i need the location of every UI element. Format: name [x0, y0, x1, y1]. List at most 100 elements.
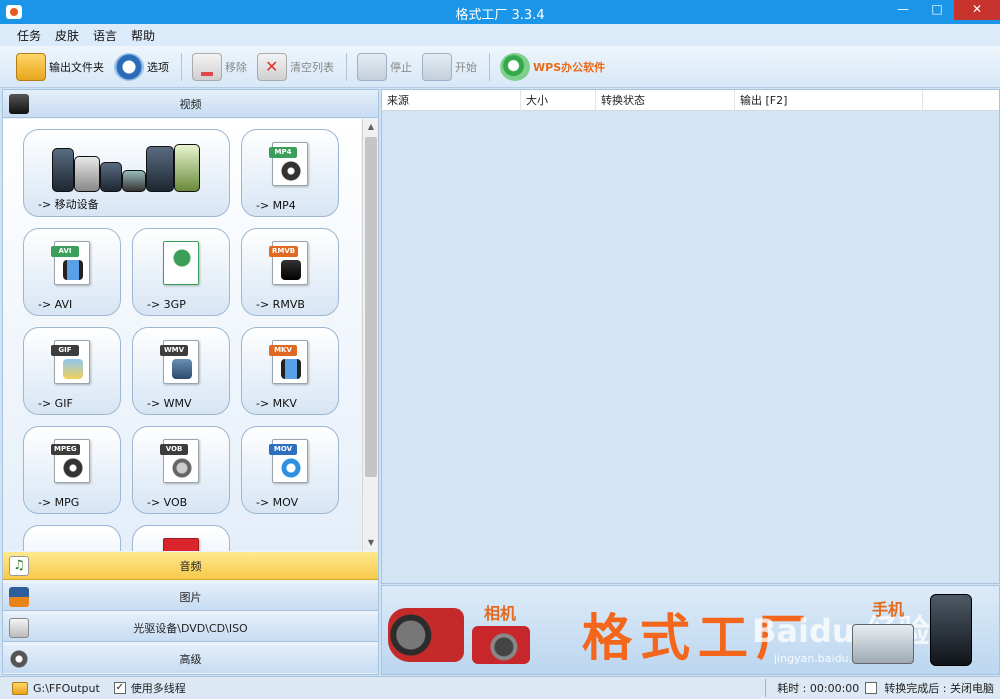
clear-list-icon: [257, 52, 287, 81]
format-gif[interactable]: GIF -> GIF: [23, 327, 121, 415]
scroll-thumb[interactable]: [365, 137, 377, 477]
scroll-up-arrow-icon[interactable]: ▲: [363, 119, 379, 135]
status-bar: G:\FFOutput ✓ 使用多线程 耗时 : 00:00:00 转换完成后 …: [0, 676, 1000, 699]
3gp-file-icon: [163, 241, 199, 285]
format-label: -> 3GP: [147, 298, 186, 311]
folder-icon: [16, 52, 46, 81]
task-list-header: 来源 大小 转换状态 输出 [F2]: [382, 90, 999, 111]
after-done-label: 转换完成后 : 关闭电脑: [884, 682, 994, 695]
format-rmvb[interactable]: RMVB -> RMVB: [241, 228, 339, 316]
menu-bar: 任务 皮肤 语言 帮助: [0, 24, 1000, 46]
start-label: 开始: [455, 60, 477, 74]
category-panel: 视频 -> 移动设备 MP4 -> MP4 AVI -> AVI -> 3GP …: [2, 89, 379, 675]
gif-file-icon: GIF: [51, 340, 90, 384]
window-title: 格式工厂 3.3.4: [455, 8, 545, 23]
mp4-file-icon: MP4: [269, 142, 308, 186]
category-audio-label: 音频: [179, 559, 202, 573]
format-tag: WMV: [160, 345, 188, 356]
category-video-label: 视频: [179, 97, 202, 111]
maximize-button[interactable]: □: [920, 0, 954, 20]
multithread-label: 使用多线程: [130, 682, 186, 695]
format-mobile-device[interactable]: -> 移动设备: [23, 129, 230, 217]
scroll-down-arrow-icon[interactable]: ▼: [363, 535, 379, 551]
format-tag: GIF: [51, 345, 79, 356]
wmv-file-icon: WMV: [160, 340, 199, 384]
format-scrollbar[interactable]: ▲ ▼: [362, 119, 378, 551]
title-bar: 格式工厂 3.3.4 — □ ✕: [0, 0, 1000, 24]
format-label: -> GIF: [38, 397, 73, 410]
menu-language[interactable]: 语言: [86, 27, 124, 44]
minimize-button[interactable]: —: [886, 0, 920, 20]
column-size[interactable]: 大小: [521, 90, 596, 111]
remove-label: 移除: [225, 60, 247, 74]
start-button[interactable]: 开始: [418, 50, 481, 84]
category-advanced[interactable]: 高级: [3, 645, 378, 673]
column-status[interactable]: 转换状态: [596, 90, 735, 111]
clear-list-button[interactable]: 清空列表: [253, 50, 338, 84]
format-mp4[interactable]: MP4 -> MP4: [241, 129, 339, 217]
start-icon: [422, 52, 452, 81]
phone-label: 手机: [872, 600, 905, 619]
format-label: -> VOB: [147, 496, 188, 509]
options-button[interactable]: 选项: [110, 50, 173, 84]
format-mpg[interactable]: MPEG -> MPG: [23, 426, 121, 514]
output-folder-button[interactable]: 输出文件夹: [12, 50, 108, 84]
format-grid: -> 移动设备 MP4 -> MP4 AVI -> AVI -> 3GP RMV…: [3, 119, 361, 551]
format-tag: MKV: [269, 345, 297, 356]
column-output[interactable]: 输出 [F2]: [735, 90, 923, 111]
format-tag: MOV: [269, 444, 297, 455]
close-button[interactable]: ✕: [954, 0, 1000, 20]
camcorder-icon: [388, 608, 464, 662]
avi-file-icon: AVI: [51, 241, 90, 285]
category-optical[interactable]: 光驱设备\DVD\CD\ISO: [3, 614, 378, 642]
format-label: -> MPG: [38, 496, 80, 509]
mkv-file-icon: MKV: [269, 340, 308, 384]
format-mov[interactable]: MOV -> MOV: [241, 426, 339, 514]
file-icon: [163, 538, 199, 551]
mov-file-icon: MOV: [269, 439, 308, 483]
menu-help[interactable]: 帮助: [124, 27, 162, 44]
format-label: -> RMVB: [256, 298, 305, 311]
status-right: 耗时 : 00:00:00 转换完成后 : 关闭电脑: [765, 677, 1000, 699]
format-avi[interactable]: AVI -> AVI: [23, 228, 121, 316]
format-tile-partial[interactable]: [23, 525, 121, 551]
after-done-checkbox[interactable]: [865, 682, 878, 694]
format-mkv[interactable]: MKV -> MKV: [241, 327, 339, 415]
format-label: -> MKV: [256, 397, 297, 410]
task-list[interactable]: 来源 大小 转换状态 输出 [F2]: [381, 89, 1000, 584]
multithread-checkbox[interactable]: ✓: [113, 682, 126, 694]
category-video[interactable]: 视频: [3, 90, 378, 118]
category-image[interactable]: 图片: [3, 583, 378, 611]
toolbar-divider: [181, 52, 182, 81]
format-tag: MP4: [269, 147, 297, 158]
menu-tasks[interactable]: 任务: [10, 27, 48, 44]
category-advanced-label: 高级: [179, 653, 202, 666]
category-audio[interactable]: ♫ 音频: [3, 552, 378, 580]
stop-button[interactable]: 停止: [353, 50, 416, 84]
output-folder-icon[interactable]: [12, 681, 28, 695]
wps-icon: [500, 52, 530, 81]
menu-skin[interactable]: 皮肤: [48, 27, 86, 44]
format-vob[interactable]: VOB -> VOB: [132, 426, 230, 514]
remove-button[interactable]: 移除: [188, 50, 251, 84]
mpeg-file-icon: MPEG: [51, 439, 90, 483]
format-wmv[interactable]: WMV -> WMV: [132, 327, 230, 415]
output-path[interactable]: G:\FFOutput: [33, 682, 100, 695]
format-3gp[interactable]: -> 3GP: [132, 228, 230, 316]
wps-button[interactable]: WPS办公软件: [496, 50, 609, 84]
format-tag: RMVB: [269, 246, 299, 257]
format-tile-partial[interactable]: [132, 525, 230, 551]
smartphone-icon: [930, 594, 972, 666]
format-label: -> 移动设备: [38, 198, 99, 211]
format-tag: VOB: [160, 444, 188, 455]
phone-icon: [852, 624, 914, 664]
format-tag: AVI: [51, 246, 79, 257]
mobile-devices-icon: [52, 138, 202, 192]
column-source[interactable]: 来源: [382, 90, 521, 111]
stop-label: 停止: [390, 60, 412, 74]
clear-list-label: 清空列表: [290, 60, 334, 74]
toolbar: 输出文件夹 选项 移除 清空列表 停止 开始 WPS办公软件: [0, 46, 1000, 88]
wps-label: WPS办公软件: [533, 60, 606, 74]
options-label: 选项: [147, 60, 169, 74]
window-controls: — □ ✕: [886, 0, 1000, 22]
